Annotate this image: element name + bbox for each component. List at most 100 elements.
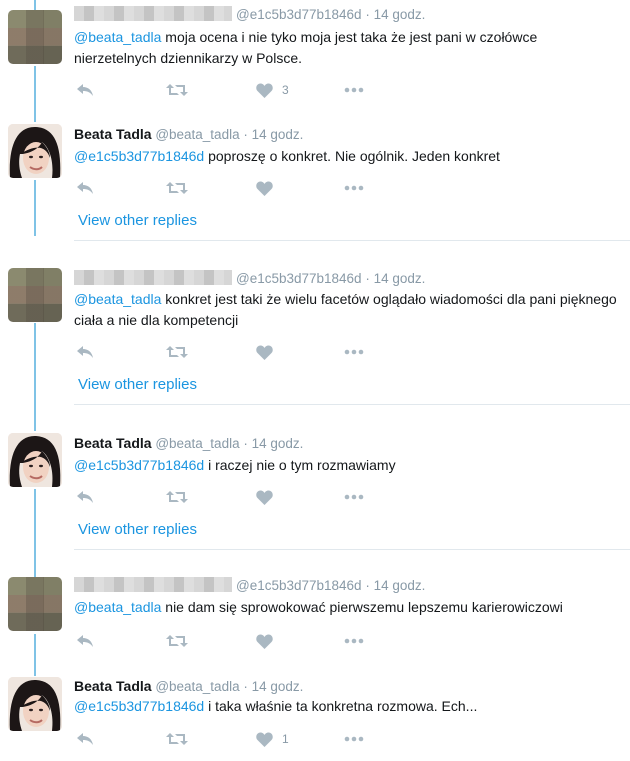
- retweet-icon: [166, 84, 188, 96]
- separator: ·: [243, 436, 248, 451]
- author-name[interactable]: Beata Tadla: [74, 435, 152, 451]
- avatar[interactable]: [8, 124, 62, 178]
- tweet-time[interactable]: 14 godz.: [252, 436, 304, 451]
- tweet-header: @e1c5b3d77b1846d · 14 godz.: [74, 6, 425, 22]
- more-icon: [344, 638, 364, 644]
- mention-link[interactable]: @e1c5b3d77b1846d: [74, 457, 204, 473]
- retweet-button[interactable]: [166, 341, 188, 363]
- avatar[interactable]: [8, 268, 62, 322]
- more-icon: [344, 185, 364, 191]
- tweet-time[interactable]: 14 godz.: [374, 578, 426, 593]
- mention-link[interactable]: @beata_tadla: [74, 599, 161, 615]
- mention-link[interactable]: @e1c5b3d77b1846d: [74, 698, 204, 714]
- like-button[interactable]: 3: [256, 79, 289, 101]
- tweet-body: i raczej nie o tym rozmawiamy: [204, 457, 396, 473]
- reply-button[interactable]: [76, 630, 94, 652]
- tweet-body: poproszę o konkret. Nie ogólnik. Jeden k…: [204, 148, 500, 164]
- blurred-author-name: [74, 577, 232, 592]
- tweet-actions: [74, 177, 394, 199]
- view-other-replies-link[interactable]: View other replies: [78, 376, 197, 393]
- like-button[interactable]: [256, 630, 273, 652]
- retweet-button[interactable]: [166, 630, 188, 652]
- separator: ·: [243, 679, 248, 694]
- reply-icon: [77, 182, 93, 194]
- like-button[interactable]: [256, 486, 273, 508]
- reply-button[interactable]: [76, 341, 94, 363]
- reply-button[interactable]: [76, 177, 94, 199]
- avatar[interactable]: [8, 677, 62, 731]
- reply-icon: [77, 491, 93, 503]
- mention-link[interactable]: @e1c5b3d77b1846d: [74, 148, 204, 164]
- retweet-button[interactable]: [166, 486, 188, 508]
- reply-icon: [77, 733, 93, 745]
- tweet-header: Beata Tadla @beata_tadla · 14 godz.: [74, 435, 303, 451]
- author-handle[interactable]: @beata_tadla: [155, 127, 239, 142]
- mention-link[interactable]: @beata_tadla: [74, 29, 161, 45]
- more-button[interactable]: [344, 177, 364, 199]
- profile-photo: [8, 433, 62, 487]
- heart-icon: [256, 83, 273, 98]
- more-button[interactable]: [344, 630, 364, 652]
- tweet-actions: 3: [74, 79, 394, 101]
- heart-icon: [256, 732, 273, 747]
- avatar[interactable]: [8, 433, 62, 487]
- author-name[interactable]: Beata Tadla: [74, 126, 152, 142]
- author-handle[interactable]: @beata_tadla: [155, 436, 239, 451]
- retweet-button[interactable]: [166, 728, 188, 750]
- author-handle[interactable]: @e1c5b3d77b1846d: [236, 578, 362, 593]
- like-button[interactable]: 1: [256, 728, 289, 750]
- heart-icon: [256, 181, 273, 196]
- tweet-actions: [74, 630, 394, 652]
- tweet-time[interactable]: 14 godz.: [374, 7, 426, 22]
- heart-icon: [256, 490, 273, 505]
- more-button[interactable]: [344, 486, 364, 508]
- profile-photo: [8, 677, 62, 731]
- reply-button[interactable]: [76, 79, 94, 101]
- thread-line: [34, 634, 36, 676]
- reply-icon: [77, 346, 93, 358]
- retweet-icon: [166, 635, 188, 647]
- more-icon: [344, 349, 364, 355]
- more-icon: [344, 494, 364, 500]
- view-other-replies-link[interactable]: View other replies: [78, 212, 197, 229]
- avatar[interactable]: [8, 577, 62, 631]
- like-button[interactable]: [256, 341, 273, 363]
- tweet-time[interactable]: 14 godz.: [374, 271, 426, 286]
- mention-link[interactable]: @beata_tadla: [74, 291, 161, 307]
- retweet-icon: [166, 733, 188, 745]
- view-other-replies-link[interactable]: View other replies: [78, 521, 197, 538]
- retweet-icon: [166, 346, 188, 358]
- tweet-header: Beata Tadla @beata_tadla · 14 godz.: [74, 126, 303, 142]
- author-handle[interactable]: @e1c5b3d77b1846d: [236, 7, 362, 22]
- reply-icon: [77, 635, 93, 647]
- tweet-text: @e1c5b3d77b1846d i taka właśnie ta konkr…: [74, 696, 622, 717]
- retweet-button[interactable]: [166, 177, 188, 199]
- reply-button[interactable]: [76, 486, 94, 508]
- more-icon: [344, 736, 364, 742]
- tweet-actions: [74, 341, 394, 363]
- tweet-header: @e1c5b3d77b1846d · 14 godz.: [74, 577, 425, 593]
- tweet-body: i taka właśnie ta konkretna rozmowa. Ech…: [204, 698, 478, 714]
- author-name[interactable]: Beata Tadla: [74, 678, 152, 694]
- thread-line: [34, 323, 36, 431]
- tweet-body: nie dam się sprowokować pierwszemu lepsz…: [161, 599, 563, 615]
- tweet-time[interactable]: 14 godz.: [252, 679, 304, 694]
- divider: [74, 549, 630, 550]
- reply-icon: [77, 84, 93, 96]
- like-button[interactable]: [256, 177, 273, 199]
- like-count: 3: [282, 83, 289, 97]
- reply-button[interactable]: [76, 728, 94, 750]
- author-handle[interactable]: @e1c5b3d77b1846d: [236, 271, 362, 286]
- thread-line: [34, 0, 36, 10]
- more-button[interactable]: [344, 79, 364, 101]
- tweet-text: @beata_tadla moja ocena i nie tyko moja …: [74, 27, 622, 69]
- tweet-time[interactable]: 14 godz.: [252, 127, 304, 142]
- separator: ·: [365, 7, 370, 22]
- more-button[interactable]: [344, 728, 364, 750]
- author-handle[interactable]: @beata_tadla: [155, 679, 239, 694]
- retweet-button[interactable]: [166, 79, 188, 101]
- avatar[interactable]: [8, 10, 62, 64]
- more-button[interactable]: [344, 341, 364, 363]
- separator: ·: [365, 271, 370, 286]
- divider: [74, 404, 630, 405]
